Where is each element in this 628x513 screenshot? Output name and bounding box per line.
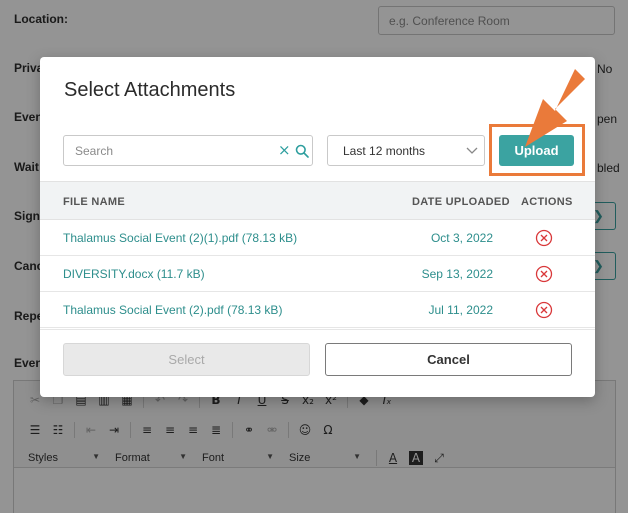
select-attachments-modal: Select Attachments × Last 12 months Uplo… xyxy=(40,57,595,397)
cancel-button[interactable]: Cancel xyxy=(325,343,572,376)
search-icon[interactable] xyxy=(295,144,309,158)
search-box: × xyxy=(63,135,313,166)
delete-icon[interactable] xyxy=(535,265,553,283)
table-row: DIVERSITY.docx (11.7 kB) Sep 13, 2022 xyxy=(40,256,595,292)
table-row: Thalamus Social Event (2)(1).pdf (78.13 … xyxy=(40,220,595,256)
modal-title: Select Attachments xyxy=(64,79,236,101)
table-header: FILE NAME DATE UPLOADED ACTIONS xyxy=(40,181,595,220)
file-name-link[interactable]: DIVERSITY.docx (11.7 kB) xyxy=(63,267,205,281)
chevron-down-icon xyxy=(466,147,478,154)
file-date: Jul 11, 2022 xyxy=(428,303,494,317)
select-button[interactable]: Select xyxy=(63,343,310,376)
file-date: Oct 3, 2022 xyxy=(430,231,493,245)
upload-button[interactable]: Upload xyxy=(499,135,574,166)
column-file-name: FILE NAME xyxy=(63,196,125,208)
table-row: Thalamus Social Event (2).pdf (78.13 kB)… xyxy=(40,292,595,328)
delete-icon[interactable] xyxy=(535,229,553,247)
delete-icon[interactable] xyxy=(535,301,553,319)
file-name-link[interactable]: Thalamus Social Event (2)(1).pdf (78.13 … xyxy=(63,231,297,245)
file-date: Sep 13, 2022 xyxy=(421,267,493,281)
search-input[interactable] xyxy=(64,136,269,165)
clear-icon[interactable]: × xyxy=(278,141,292,159)
column-actions: ACTIONS xyxy=(521,196,573,208)
footer-divider xyxy=(40,329,595,330)
date-filter-select[interactable]: Last 12 months xyxy=(327,135,485,166)
column-date-uploaded: DATE UPLOADED xyxy=(412,196,510,208)
date-filter-value: Last 12 months xyxy=(343,144,426,158)
file-name-link[interactable]: Thalamus Social Event (2).pdf (78.13 kB) xyxy=(63,303,282,317)
